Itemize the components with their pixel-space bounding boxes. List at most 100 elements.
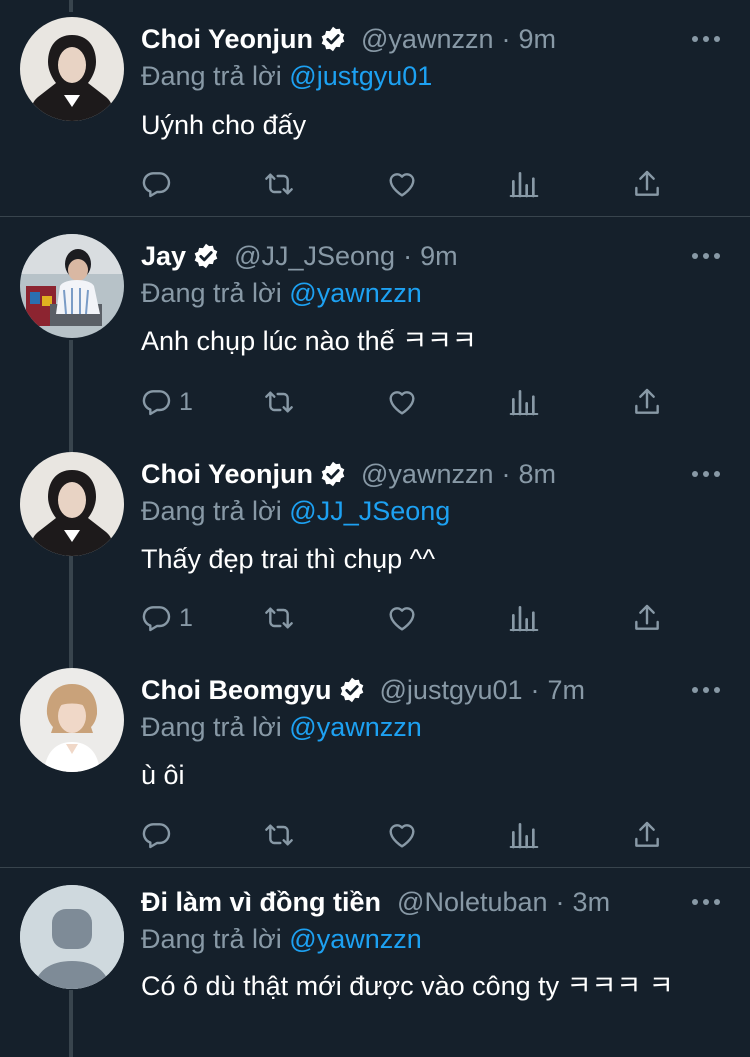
timestamp[interactable]: 9m [518,22,556,56]
reply-prefix: Đang trả lời [141,924,282,954]
user-handle[interactable]: @justgyu01 [380,673,523,707]
display-name[interactable]: Jay [141,239,186,273]
timestamp[interactable]: 3m [573,885,611,919]
mention-link[interactable]: @yawnzzn [289,712,421,742]
mention-link[interactable]: @justgyu01 [289,61,432,91]
reply-context: Đang trả lời @justgyu01 [141,59,432,93]
retweet-button[interactable] [263,166,295,202]
retweet-button[interactable] [263,600,295,636]
verified-badge-icon [192,242,220,270]
display-name[interactable]: Choi Beomgyu [141,673,332,707]
heart-icon [386,602,418,634]
analytics-button[interactable] [508,817,540,853]
more-icon[interactable] [692,242,720,270]
tweet[interactable]: Jay @JJ_JSeong · 9m Đang trả lời @yawnzz… [0,217,750,433]
tweet-header: Đi làm vì đồng tiền @Noletuban · 3m [141,885,610,919]
action-bar: 1 [141,600,681,636]
more-icon[interactable] [692,676,720,704]
tweet-header: Jay @JJ_JSeong · 9m [141,239,458,273]
retweet-button[interactable] [263,817,295,853]
timestamp[interactable]: 7m [548,673,586,707]
display-name[interactable]: Choi Yeonjun [141,457,313,491]
reply-icon [141,168,173,200]
separator-dot: · [530,675,540,705]
share-button[interactable] [631,384,663,420]
action-bar [141,166,681,202]
reply-icon [141,602,173,634]
reply-prefix: Đang trả lời [141,278,282,308]
avatar[interactable] [20,452,124,556]
reply-icon [141,386,173,418]
separator-dot: · [501,24,511,54]
analytics-button[interactable] [508,384,540,420]
tweet[interactable]: Choi Yeonjun @yawnzzn · 8m Đang trả lời … [0,435,750,651]
more-icon[interactable] [692,25,720,53]
reply-count: 1 [179,603,193,632]
user-handle[interactable]: @Noletuban [397,885,548,919]
tweet[interactable]: Choi Beomgyu @justgyu01 · 7m Đang trả lờ… [0,651,750,867]
share-icon [631,168,663,200]
heart-icon [386,819,418,851]
user-handle[interactable]: @JJ_JSeong [234,239,395,273]
verified-badge-icon [319,25,347,53]
analytics-icon [508,168,540,200]
tweet-text: Thấy đẹp trai thì chụp ^^ [141,544,435,574]
share-button[interactable] [631,166,663,202]
like-button[interactable] [386,384,418,420]
separator-dot: · [403,241,413,271]
retweet-icon [263,386,295,418]
mention-link[interactable]: @JJ_JSeong [289,496,450,526]
reply-context: Đang trả lời @JJ_JSeong [141,494,450,528]
separator-dot: · [501,459,511,489]
more-icon[interactable] [692,460,720,488]
share-icon [631,819,663,851]
tweet-text: ù ôi [141,760,185,790]
mention-link[interactable]: @yawnzzn [289,278,421,308]
avatar[interactable] [20,885,124,989]
share-button[interactable] [631,817,663,853]
timestamp[interactable]: 9m [420,239,458,273]
reply-prefix: Đang trả lời [141,496,282,526]
retweet-button[interactable] [263,384,295,420]
tweet-header: Choi Beomgyu @justgyu01 · 7m [141,673,585,707]
reply-button[interactable]: 1 [141,600,193,636]
share-button[interactable] [631,600,663,636]
avatar[interactable] [20,668,124,772]
tweet-text: Có ô dù thật mới được vào công ty ㅋㅋㅋ ㅋ [141,971,674,1001]
reply-prefix: Đang trả lời [141,61,282,91]
tweet[interactable]: Choi Yeonjun @yawnzzn · 9m Đang trả lời … [0,0,750,216]
display-name[interactable]: Đi làm vì đồng tiền [141,885,381,919]
action-bar: 1 [141,384,681,420]
reply-context: Đang trả lời @yawnzzn [141,710,422,744]
reply-icon [141,819,173,851]
reply-count: 1 [179,387,193,416]
display-name[interactable]: Choi Yeonjun [141,22,313,56]
tweet-header: Choi Yeonjun @yawnzzn · 8m [141,457,556,491]
analytics-button[interactable] [508,600,540,636]
analytics-button[interactable] [508,166,540,202]
reply-button[interactable]: 1 [141,384,193,420]
analytics-icon [508,602,540,634]
tweet-text: Anh chụp lúc nào thế ㅋㅋㅋ [141,326,477,356]
user-handle[interactable]: @yawnzzn [361,22,493,56]
separator-dot: · [555,887,565,917]
like-button[interactable] [386,817,418,853]
retweet-icon [263,168,295,200]
reply-context: Đang trả lời @yawnzzn [141,922,422,956]
like-button[interactable] [386,600,418,636]
tweet-text: Uýnh cho đấy [141,110,307,140]
reply-button[interactable] [141,166,179,202]
more-icon[interactable] [692,888,720,916]
avatar[interactable] [20,17,124,121]
avatar[interactable] [20,234,124,338]
tweet[interactable]: Đi làm vì đồng tiền @Noletuban · 3m Đang… [0,868,750,1057]
reply-context: Đang trả lời @yawnzzn [141,276,422,310]
timestamp[interactable]: 8m [518,457,556,491]
verified-badge-icon [338,676,366,704]
reply-button[interactable] [141,817,179,853]
analytics-icon [508,386,540,418]
tweet-header: Choi Yeonjun @yawnzzn · 9m [141,22,556,56]
like-button[interactable] [386,166,418,202]
mention-link[interactable]: @yawnzzn [289,924,421,954]
user-handle[interactable]: @yawnzzn [361,457,493,491]
